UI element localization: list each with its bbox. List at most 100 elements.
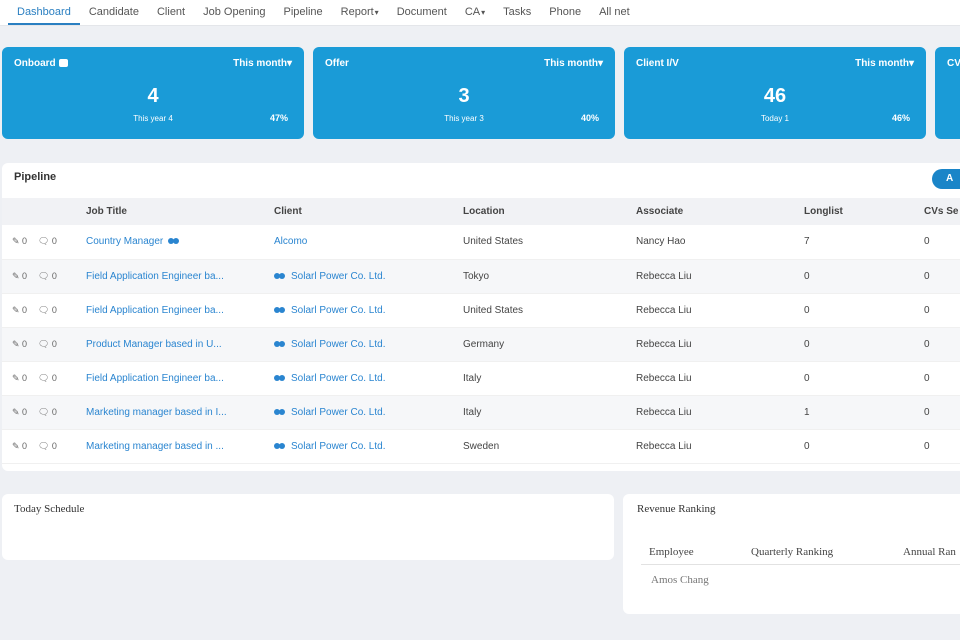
job-title-link[interactable]: Marketing manager based in I... <box>86 407 227 418</box>
table-row[interactable]: ✎ 0 🗨 0 Field Application Engineer ba...… <box>2 293 960 328</box>
comment-count[interactable]: 🗨 0 <box>38 395 86 430</box>
cvs-cell[interactable]: 0 <box>924 225 960 260</box>
job-title-link[interactable]: Product Manager based in U... <box>86 339 222 350</box>
revenue-title: Revenue Ranking <box>637 503 716 515</box>
card-value: 3 <box>458 85 470 107</box>
client-cell[interactable]: Solarl Power Co. Ltd. <box>274 429 463 464</box>
cvs-cell[interactable]: 0 <box>924 327 960 362</box>
longlist-cell[interactable]: 0 <box>804 429 924 464</box>
header-client[interactable]: Client <box>274 198 463 225</box>
add-button[interactable]: A <box>932 169 960 189</box>
longlist-cell[interactable]: 7 <box>804 225 924 260</box>
table-row[interactable]: ✎ 0 🗨 0 Marketing manager based in ... S… <box>2 429 960 464</box>
offer-card[interactable]: Offer This month▾ 3 This year 3 40% <box>313 47 615 139</box>
job-title-link[interactable]: Field Application Engineer ba... <box>86 271 224 282</box>
header-annual-ranking[interactable]: Annual Ran <box>903 546 956 558</box>
card-value: 46 <box>763 85 787 107</box>
job-title-cell[interactable]: Field Application Engineer ba... <box>86 259 274 294</box>
longlist-cell[interactable]: 1 <box>804 395 924 430</box>
job-title-link[interactable]: Field Application Engineer ba... <box>86 305 224 316</box>
tab-job-opening[interactable]: Job Opening <box>194 6 274 25</box>
tab-all-net[interactable]: All net <box>590 6 639 25</box>
period-dropdown[interactable]: This month▾ <box>233 58 292 69</box>
group-icon <box>274 306 285 314</box>
client-link[interactable]: Solarl Power Co. Ltd. <box>291 305 386 316</box>
onboard-card[interactable]: Onboard This month▾ 4 This year 4 47% <box>2 47 304 139</box>
client-cell[interactable]: Solarl Power Co. Ltd. <box>274 395 463 430</box>
table-row[interactable]: ✎ 0 🗨 0 Country Manager Alcomo United St… <box>2 225 960 260</box>
period-dropdown[interactable]: This month▾ <box>855 58 914 69</box>
tab-pipeline[interactable]: Pipeline <box>275 6 332 25</box>
client-link[interactable]: Alcomo <box>274 236 307 247</box>
tab-tasks[interactable]: Tasks <box>494 6 540 25</box>
cvs-cell[interactable]: 0 <box>924 293 960 328</box>
tab-candidate[interactable]: Candidate <box>80 6 148 25</box>
comment-count[interactable]: 🗨 0 <box>38 429 86 464</box>
client-cell[interactable]: Solarl Power Co. Ltd. <box>274 327 463 362</box>
job-title-link[interactable]: Marketing manager based in ... <box>86 441 224 452</box>
cvs-cell[interactable]: 0 <box>924 429 960 464</box>
edit-count[interactable]: ✎ 0 <box>2 361 38 396</box>
cvs-cell[interactable]: 0 <box>924 259 960 294</box>
period-dropdown[interactable]: This month▾ <box>544 58 603 69</box>
table-row[interactable]: ✎ 0 🗨 0 Marketing manager based in I... … <box>2 395 960 430</box>
table-row[interactable]: ✎ 0 🗨 0 Field Application Engineer ba...… <box>2 361 960 396</box>
client-iv-card[interactable]: Client I/V This month▾ 46 Today 1 46% <box>624 47 926 139</box>
today-schedule-panel: Today Schedule <box>2 494 614 560</box>
client-cell[interactable]: Alcomo <box>274 225 463 260</box>
job-title-cell[interactable]: Field Application Engineer ba... <box>86 361 274 396</box>
header-quarterly-ranking[interactable]: Quarterly Ranking <box>751 546 833 558</box>
tab-document[interactable]: Document <box>388 6 456 25</box>
edit-count[interactable]: ✎ 0 <box>2 293 38 328</box>
revenue-ranking-panel: Revenue Ranking Employee Quarterly Ranki… <box>623 494 960 614</box>
comment-count[interactable]: 🗨 0 <box>38 225 86 260</box>
tab-report[interactable]: Report▾ <box>332 6 388 25</box>
card-percent: 40% <box>580 113 599 123</box>
tab-ca[interactable]: CA▾ <box>456 6 494 25</box>
comment-count[interactable]: 🗨 0 <box>38 327 86 362</box>
tab-client[interactable]: Client <box>148 6 194 25</box>
job-title-cell[interactable]: Field Application Engineer ba... <box>86 293 274 328</box>
client-cell[interactable]: Solarl Power Co. Ltd. <box>274 259 463 294</box>
client-link[interactable]: Solarl Power Co. Ltd. <box>291 441 386 452</box>
cvs-cell[interactable]: 0 <box>924 395 960 430</box>
header-job-title[interactable]: Job Title <box>86 198 274 225</box>
cv-card[interactable]: CV <box>935 47 960 139</box>
job-title-cell[interactable]: Marketing manager based in I... <box>86 395 274 430</box>
table-row[interactable]: ✎ 0 🗨 0 Product Manager based in U... So… <box>2 327 960 362</box>
client-link[interactable]: Solarl Power Co. Ltd. <box>291 407 386 418</box>
client-link[interactable]: Solarl Power Co. Ltd. <box>291 271 386 282</box>
table-row[interactable]: ✎ 0 🗨 0 Field Application Engineer ba...… <box>2 259 960 294</box>
longlist-cell[interactable]: 0 <box>804 327 924 362</box>
client-cell[interactable]: Solarl Power Co. Ltd. <box>274 361 463 396</box>
longlist-cell[interactable]: 0 <box>804 361 924 396</box>
tab-phone[interactable]: Phone <box>540 6 590 25</box>
cvs-cell[interactable]: 0 <box>924 361 960 396</box>
client-link[interactable]: Solarl Power Co. Ltd. <box>291 373 386 384</box>
comment-count[interactable]: 🗨 0 <box>38 259 86 294</box>
longlist-cell[interactable]: 0 <box>804 293 924 328</box>
job-title-link[interactable]: Country Manager <box>86 236 163 247</box>
edit-count[interactable]: ✎ 0 <box>2 395 38 430</box>
edit-count[interactable]: ✎ 0 <box>2 429 38 464</box>
edit-count[interactable]: ✎ 0 <box>2 225 38 260</box>
job-title-cell[interactable]: Product Manager based in U... <box>86 327 274 362</box>
edit-count[interactable]: ✎ 0 <box>2 259 38 294</box>
longlist-cell[interactable]: 0 <box>804 259 924 294</box>
tab-dashboard[interactable]: Dashboard <box>8 6 80 25</box>
comment-count[interactable]: 🗨 0 <box>38 293 86 328</box>
edit-count[interactable]: ✎ 0 <box>2 327 38 362</box>
client-link[interactable]: Solarl Power Co. Ltd. <box>291 339 386 350</box>
comment-count[interactable]: 🗨 0 <box>38 361 86 396</box>
header-cvs-sent[interactable]: CVs Se <box>924 198 960 225</box>
job-title-link[interactable]: Field Application Engineer ba... <box>86 373 224 384</box>
job-title-cell[interactable]: Country Manager <box>86 225 274 260</box>
job-title-cell[interactable]: Marketing manager based in ... <box>86 429 274 464</box>
header-longlist[interactable]: Longlist <box>804 198 924 225</box>
divider <box>641 564 960 565</box>
header-employee[interactable]: Employee <box>649 546 694 558</box>
client-cell[interactable]: Solarl Power Co. Ltd. <box>274 293 463 328</box>
header-location[interactable]: Location <box>463 198 636 225</box>
location-cell: Italy <box>463 395 636 430</box>
header-associate[interactable]: Associate <box>636 198 804 225</box>
